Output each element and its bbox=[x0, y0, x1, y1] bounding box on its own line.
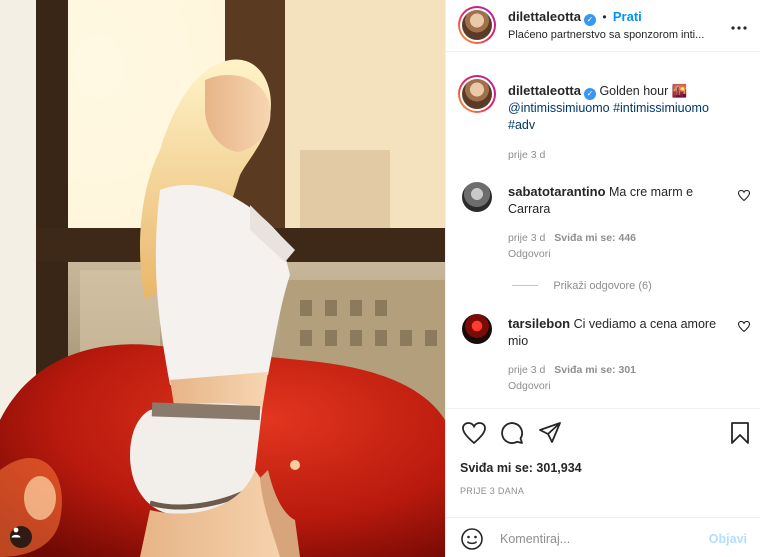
comment-time[interactable]: prije 3 d bbox=[508, 364, 545, 376]
comment-username[interactable]: sabatotarantino bbox=[508, 184, 606, 199]
send-icon[interactable] bbox=[538, 421, 562, 448]
comment-username[interactable]: tarsilebon bbox=[508, 316, 570, 331]
comment-like-icon[interactable] bbox=[737, 189, 751, 204]
verified-badge-icon: ✓ bbox=[583, 88, 596, 100]
verified-badge-icon: ✓ bbox=[583, 14, 596, 26]
post-date[interactable]: PRIJE 3 DANA bbox=[460, 486, 524, 496]
post-actions bbox=[460, 420, 750, 448]
photo-illustration bbox=[0, 0, 445, 557]
commenter-avatar[interactable] bbox=[462, 314, 492, 344]
comment-icon[interactable] bbox=[500, 421, 524, 448]
follow-button[interactable]: Prati bbox=[613, 9, 642, 24]
add-comment-bar: Komentiraj... Objavi bbox=[446, 517, 760, 557]
author-avatar[interactable] bbox=[458, 6, 496, 44]
comment-text: tarsilebon Ci vediamo a cena amore mio bbox=[508, 315, 728, 350]
comment-likes[interactable]: Sviđa mi se: 446 bbox=[554, 232, 636, 244]
more-options-icon[interactable] bbox=[731, 17, 747, 35]
caption-body: Golden hour 🌇 bbox=[599, 84, 688, 98]
actions-divider bbox=[446, 408, 760, 409]
caption-username[interactable]: dilettaleotta bbox=[508, 83, 581, 98]
comment-text: sabatotarantino Ma cre marm e Carrara bbox=[508, 183, 728, 218]
emoji-icon[interactable] bbox=[460, 527, 484, 554]
comment-item: tarsilebon Ci vediamo a cena amore mio p… bbox=[508, 315, 728, 392]
reply-button[interactable]: Odgovori bbox=[508, 248, 728, 260]
instagram-post-dialog: dilettaleotta ✓ • Prati Plaćeno partnerst… bbox=[0, 0, 760, 557]
user-tag-icon[interactable] bbox=[10, 526, 32, 548]
comment-item: sabatotarantino Ma cre marm e Carrara pr… bbox=[508, 183, 728, 260]
paid-partnership-label[interactable]: Plaćeno partnerstvo sa sponzorom inti... bbox=[508, 29, 704, 41]
caption: dilettaleotta ✓ Golden hour 🌇 @intimissim… bbox=[508, 82, 748, 161]
view-replies-button[interactable]: Prikaži odgovore (6) bbox=[512, 278, 652, 292]
comment-like-icon[interactable] bbox=[737, 320, 751, 335]
caption-time[interactable]: prije 3 d bbox=[508, 149, 748, 161]
replies-line bbox=[512, 285, 538, 287]
comment-meta: prije 3 d Sviđa mi se: 301 bbox=[508, 364, 728, 376]
post-comment-button[interactable]: Objavi bbox=[709, 532, 747, 546]
bookmark-icon[interactable] bbox=[730, 421, 750, 448]
reply-button[interactable]: Odgovori bbox=[508, 380, 728, 392]
view-replies-label[interactable]: Prikaži odgovore (6) bbox=[553, 280, 651, 292]
comment-input[interactable]: Komentiraj... bbox=[500, 532, 570, 546]
post-side-panel: dilettaleotta ✓ • Prati Plaćeno partnerst… bbox=[445, 0, 760, 557]
author-username[interactable]: dilettaleotta bbox=[508, 9, 581, 24]
caption-mentions[interactable]: @intimissimiuomo #intimissimiuomo bbox=[508, 100, 748, 117]
author-line: dilettaleotta ✓ • Prati bbox=[508, 9, 642, 26]
post-photo[interactable] bbox=[0, 0, 445, 557]
caption-hashtag[interactable]: #adv bbox=[508, 117, 748, 134]
comment-meta: prije 3 d Sviđa mi se: 446 bbox=[508, 232, 728, 244]
likes-count[interactable]: Sviđa mi se: 301,934 bbox=[460, 461, 582, 475]
commenter-avatar[interactable] bbox=[462, 182, 492, 212]
heart-icon[interactable] bbox=[462, 422, 486, 447]
caption-avatar[interactable] bbox=[458, 75, 496, 113]
separator-dot: • bbox=[602, 10, 607, 24]
caption-text: dilettaleotta ✓ Golden hour 🌇 bbox=[508, 82, 748, 100]
comment-time[interactable]: prije 3 d bbox=[508, 232, 545, 244]
post-header: dilettaleotta ✓ • Prati Plaćeno partnerst… bbox=[446, 0, 760, 52]
comment-likes[interactable]: Sviđa mi se: 301 bbox=[554, 364, 636, 376]
